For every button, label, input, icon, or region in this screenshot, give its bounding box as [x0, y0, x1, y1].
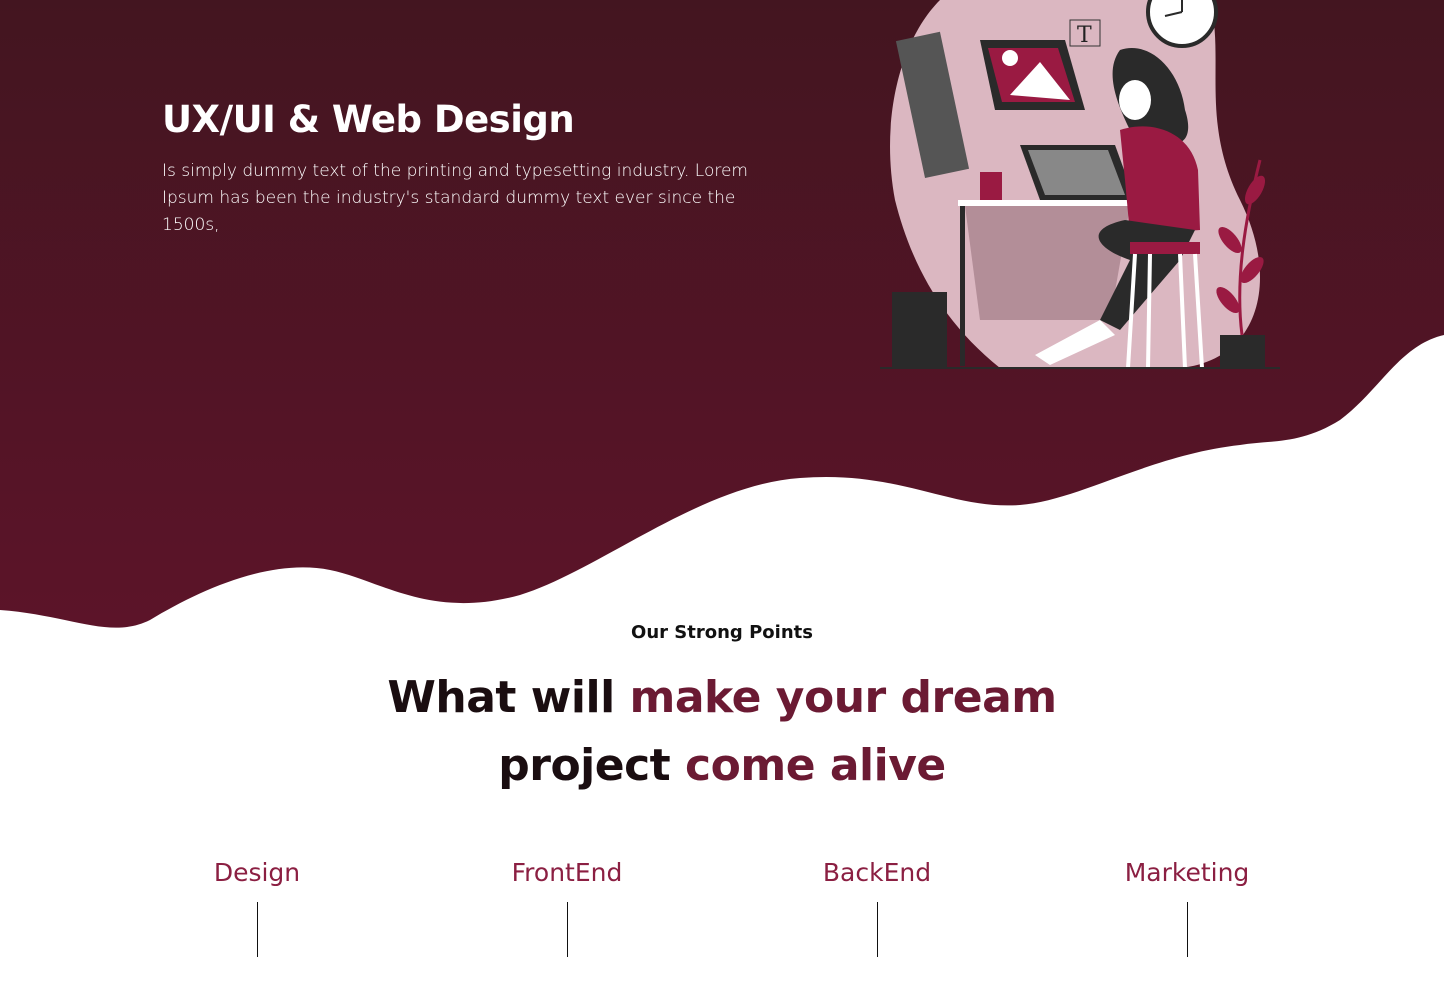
section-headline: What will make your dream project come a… — [0, 664, 1444, 800]
hero-text: UX/UI & Web Design Is simply dummy text … — [162, 98, 752, 239]
svg-text:T: T — [1077, 23, 1092, 48]
point-label: BackEnd — [822, 858, 932, 887]
point-label: Marketing — [1124, 858, 1250, 887]
section-eyebrow: Our Strong Points — [631, 622, 813, 643]
hero-description: Is simply dummy text of the printing and… — [162, 161, 748, 235]
point-marketing[interactable]: Marketing — [1087, 858, 1287, 957]
divider-line — [876, 902, 878, 957]
divider-line — [256, 902, 258, 957]
headline-accent2: come alive — [670, 740, 946, 791]
headline-part1: What will — [387, 672, 630, 723]
point-backend[interactable]: BackEnd — [777, 858, 977, 957]
hero-title: UX/UI & Web Design — [162, 98, 575, 141]
point-design[interactable]: Design — [157, 858, 357, 957]
point-frontend[interactable]: FrontEnd — [467, 858, 667, 957]
point-label: Design — [213, 858, 301, 887]
divider-line — [566, 902, 568, 957]
headline-accent: make your dream — [629, 672, 1058, 723]
point-label: FrontEnd — [511, 858, 623, 887]
headline-part2: project — [498, 740, 671, 791]
divider-line — [1186, 902, 1188, 957]
designer-illustration: T — [880, 0, 1280, 369]
